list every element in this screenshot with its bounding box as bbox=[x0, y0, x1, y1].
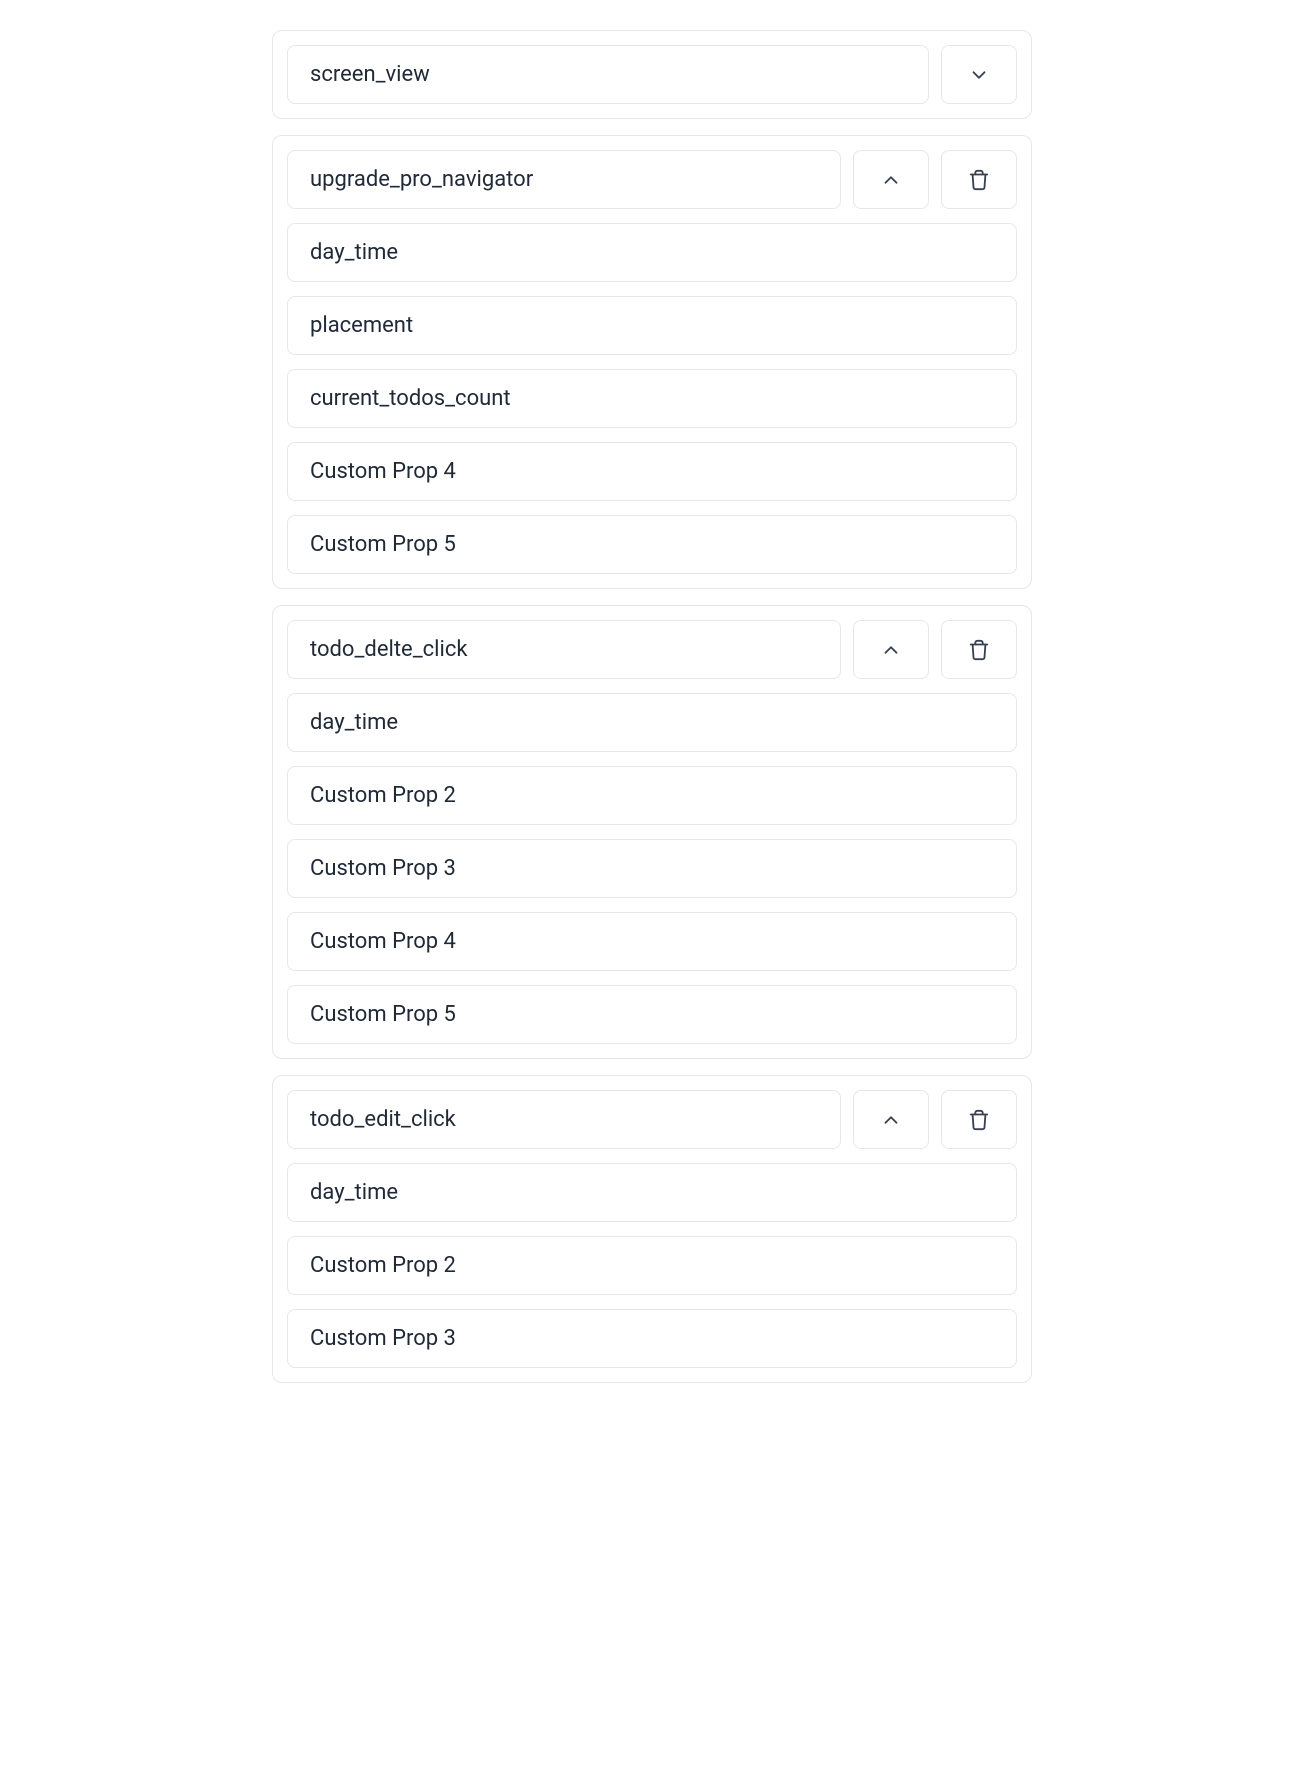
event-card: day_time Custom Prop 2 Custom Prop 3 Cus… bbox=[272, 605, 1032, 1059]
trash-icon bbox=[968, 1109, 990, 1131]
event-property-item[interactable]: Custom Prop 4 bbox=[287, 912, 1017, 971]
event-property-item[interactable]: Custom Prop 3 bbox=[287, 1309, 1017, 1368]
event-header bbox=[287, 1090, 1017, 1149]
chevron-down-icon bbox=[968, 64, 990, 86]
events-list-container: day_time placement current_todos_count C… bbox=[272, 30, 1032, 1383]
collapse-toggle-button[interactable] bbox=[853, 620, 929, 679]
chevron-up-icon bbox=[880, 639, 902, 661]
event-name-input[interactable] bbox=[287, 620, 841, 679]
delete-event-button[interactable] bbox=[941, 1090, 1017, 1149]
event-property-item[interactable]: day_time bbox=[287, 693, 1017, 752]
trash-icon bbox=[968, 169, 990, 191]
delete-event-button[interactable] bbox=[941, 620, 1017, 679]
collapse-toggle-button[interactable] bbox=[853, 1090, 929, 1149]
event-property-item[interactable]: day_time bbox=[287, 1163, 1017, 1222]
event-property-item[interactable]: Custom Prop 3 bbox=[287, 839, 1017, 898]
event-property-item[interactable]: Custom Prop 2 bbox=[287, 1236, 1017, 1295]
collapse-toggle-button[interactable] bbox=[853, 150, 929, 209]
event-property-item[interactable]: Custom Prop 5 bbox=[287, 515, 1017, 574]
event-header bbox=[287, 150, 1017, 209]
event-property-item[interactable]: day_time bbox=[287, 223, 1017, 282]
event-header bbox=[287, 620, 1017, 679]
event-card: day_time Custom Prop 2 Custom Prop 3 bbox=[272, 1075, 1032, 1383]
event-name-input[interactable] bbox=[287, 45, 929, 104]
event-name-input[interactable] bbox=[287, 1090, 841, 1149]
trash-icon bbox=[968, 639, 990, 661]
delete-event-button[interactable] bbox=[941, 150, 1017, 209]
event-property-item[interactable]: Custom Prop 2 bbox=[287, 766, 1017, 825]
chevron-up-icon bbox=[880, 169, 902, 191]
event-name-input[interactable] bbox=[287, 150, 841, 209]
chevron-up-icon bbox=[880, 1109, 902, 1131]
expand-toggle-button[interactable] bbox=[941, 45, 1017, 104]
event-property-item[interactable]: placement bbox=[287, 296, 1017, 355]
event-property-item[interactable]: current_todos_count bbox=[287, 369, 1017, 428]
event-property-item[interactable]: Custom Prop 5 bbox=[287, 985, 1017, 1044]
event-header bbox=[287, 45, 1017, 104]
event-property-item[interactable]: Custom Prop 4 bbox=[287, 442, 1017, 501]
event-card: day_time placement current_todos_count C… bbox=[272, 135, 1032, 589]
event-card bbox=[272, 30, 1032, 119]
